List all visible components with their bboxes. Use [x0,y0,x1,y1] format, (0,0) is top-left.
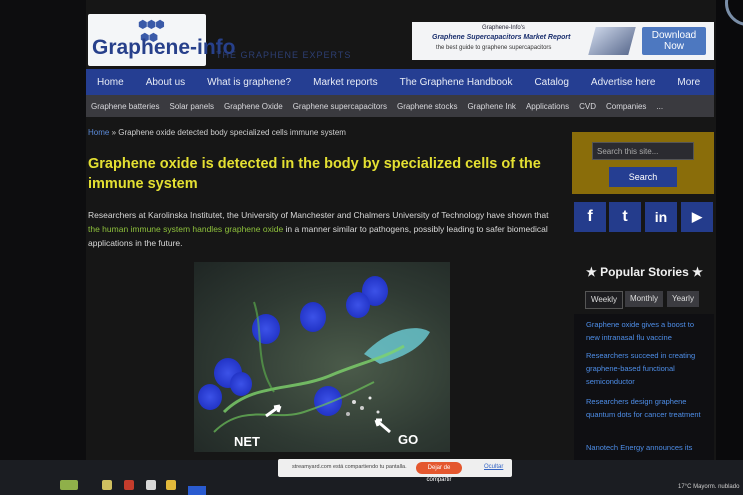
topic-nav: Graphene batteries Solar panels Graphene… [86,95,714,117]
go-particle [360,406,364,410]
desktop-background-left [0,0,86,460]
breadcrumb-home[interactable]: Home [88,128,109,137]
ad-line-2: Graphene Supercapacitors Market Report [432,34,571,41]
article-figure: NET GO [194,262,450,452]
search-button[interactable]: Search [609,167,677,187]
search-input[interactable]: Search this site... [592,142,694,160]
topic-companies[interactable]: Companies [601,102,651,111]
nav-catalog[interactable]: Catalog [523,77,579,88]
weather-condition: Mayorm. nublado [693,484,740,490]
topic-graphene-oxide[interactable]: Graphene Oxide [219,102,288,111]
tab-monthly[interactable]: Monthly [625,291,663,307]
breadcrumb: Home » Graphene oxide detected body spec… [88,128,346,137]
weather-temperature: 17°C [678,484,692,490]
banner-ad[interactable]: Graphene-Info's Graphene Supercapacitors… [412,22,714,60]
logo-text: Graphene-info [92,36,236,59]
app-icon[interactable] [146,480,156,490]
story-link[interactable]: Researchers design graphene quantum dots… [586,395,708,421]
screen-share-notification: streamyard.com está compartiendo tu pant… [278,459,512,483]
ad-line-3: the best guide to graphene supercapacito… [436,45,552,51]
topic-batteries[interactable]: Graphene batteries [86,102,165,111]
ad-download-button[interactable]: Download Now [642,27,706,55]
topic-applications[interactable]: Applications [521,102,574,111]
topic-cvd[interactable]: CVD [574,102,601,111]
nav-advertise[interactable]: Advertise here [580,77,666,88]
story-link[interactable]: Researchers succeed in creating graphene… [586,349,708,388]
go-particle [346,412,350,416]
main-nav: Home About us What is graphene? Market r… [86,69,714,95]
app-icon[interactable] [60,480,78,490]
topic-supercapacitors[interactable]: Graphene supercapacitors [288,102,392,111]
nav-home[interactable]: Home [86,77,135,88]
net-strand [253,301,275,393]
nav-what-is-graphene[interactable]: What is graphene? [196,77,302,88]
popular-stories-heading: ★ Popular Stories ★ [586,265,703,279]
breadcrumb-current: Graphene oxide detected body specialized… [118,128,346,137]
figure-overlay-svg [213,301,430,434]
site-logo[interactable]: ⬢⬢⬢ ⬢⬢ Graphene-info [88,14,236,66]
go-particle [376,410,380,414]
nav-about[interactable]: About us [135,77,196,88]
desktop-background-right [716,0,743,460]
story-link[interactable]: Graphene oxide gives a boost to new intr… [586,318,708,344]
facebook-icon[interactable]: f [574,202,606,232]
youtube-icon[interactable]: ▶ [681,202,713,232]
topic-more[interactable]: ... [651,102,668,111]
tab-weekly[interactable]: Weekly [585,291,623,309]
go-particle [352,400,356,404]
stop-sharing-button[interactable]: Dejar de compartir [416,462,462,483]
immune-system-link[interactable]: the human immune system handles [88,224,222,234]
go-particle [368,396,372,400]
breadcrumb-separator: » [109,128,119,137]
story-link[interactable]: Nanotech Energy announces its [586,441,708,454]
go-arrow-icon [374,418,391,434]
hide-notification-link[interactable]: Ocultar [484,464,503,470]
article-title: Graphene oxide is detected in the body b… [88,156,541,192]
weather-tray[interactable]: 17°C Mayorm. nublado [678,484,739,490]
linkedin-icon[interactable]: in [645,202,677,232]
nav-market-reports[interactable]: Market reports [302,77,388,88]
figure-label-net: NET [234,434,260,449]
net-strand [213,381,375,433]
tab-yearly[interactable]: Yearly [667,291,699,307]
article-body: Researchers at Karolinska Institutet, th… [88,208,558,250]
topic-stocks[interactable]: Graphene stocks [392,102,462,111]
topic-solar[interactable]: Solar panels [165,102,219,111]
ad-line-1: Graphene-Info's [482,25,525,31]
nav-more[interactable]: More [666,77,711,88]
active-app-icon[interactable] [188,486,206,495]
twitter-icon[interactable]: t [609,202,641,232]
nav-handbook[interactable]: The Graphene Handbook [389,77,524,88]
app-icon[interactable] [124,480,134,490]
figure-label-go: GO [398,432,419,447]
screen-share-message: streamyard.com está compartiendo tu pant… [292,464,407,470]
app-icon[interactable] [102,480,112,490]
site-tagline: THE GRAPHENE EXPERTS [216,50,352,60]
topic-ink[interactable]: Graphene Ink [462,102,520,111]
ad-device-image [588,27,636,55]
graphene-oxide-link[interactable]: graphene oxide [225,224,284,234]
body-text-1: Researchers at Karolinska Institutet, th… [88,210,549,220]
app-icon[interactable] [166,480,176,490]
